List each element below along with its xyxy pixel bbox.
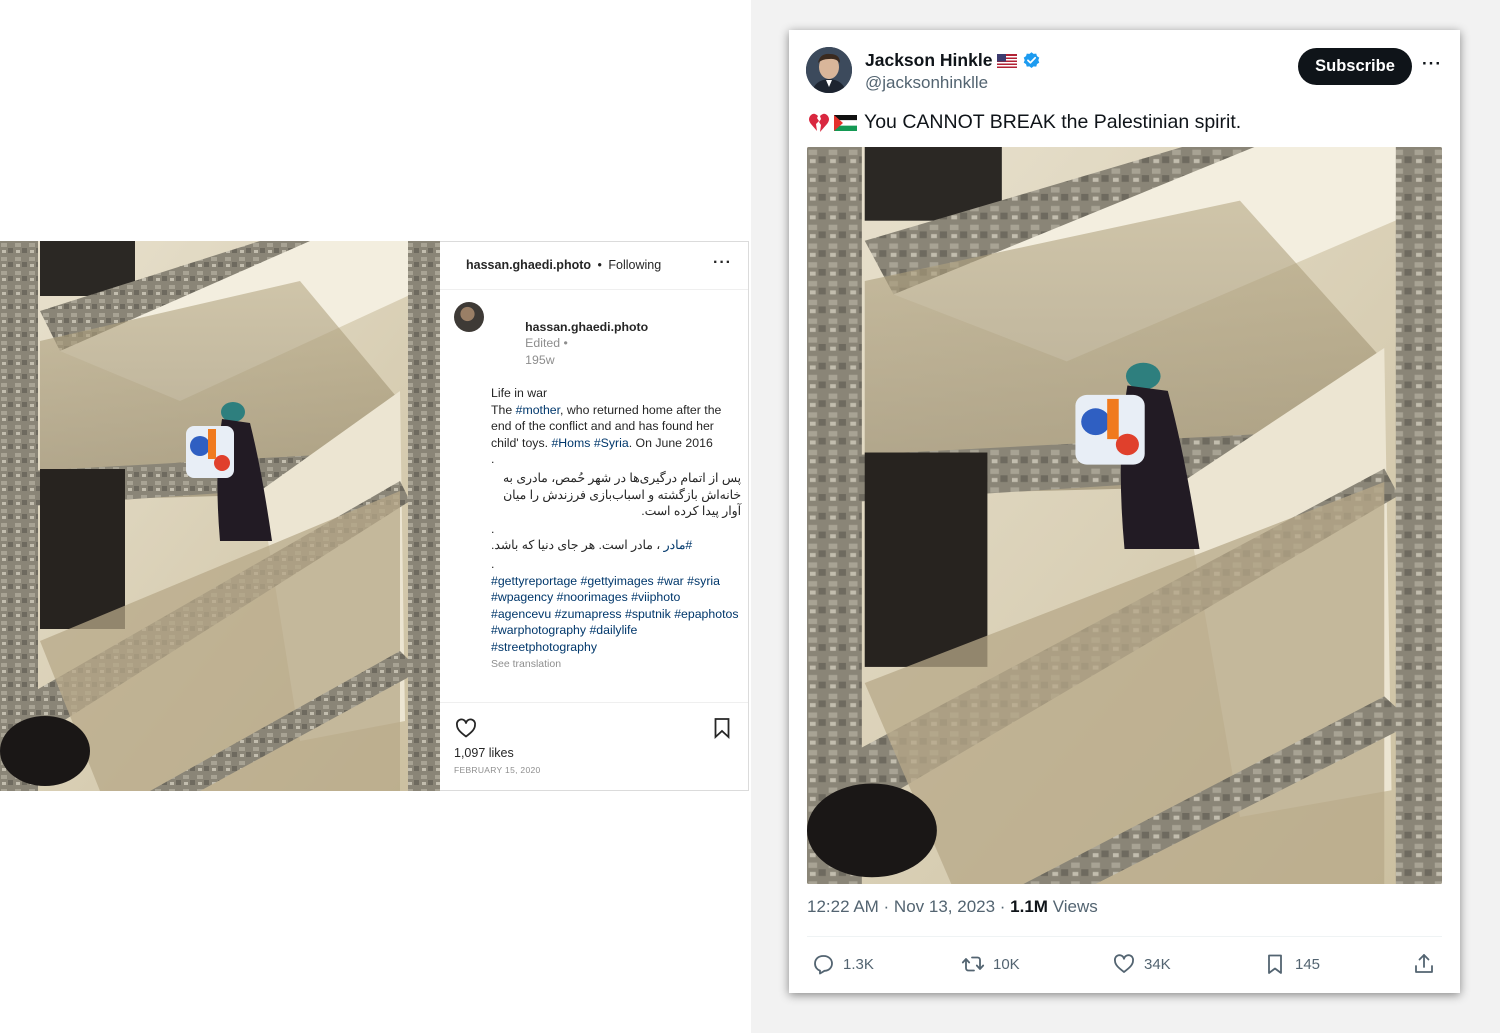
instagram-photo-image: [0, 241, 440, 791]
tweet-photo-image: [807, 147, 1442, 884]
bookmark-button[interactable]: 145: [1263, 952, 1320, 976]
instagram-header-user: hassan.ghaedi.photo • Following: [466, 258, 661, 272]
retweet-button[interactable]: 10K: [961, 952, 1020, 976]
instagram-photo[interactable]: [0, 241, 440, 791]
broken-heart-icon: [809, 113, 829, 132]
avatar[interactable]: [454, 302, 484, 332]
avatar-image: [806, 47, 852, 93]
us-flag-icon: [997, 53, 1018, 68]
caption-persian-tag-line: #مادر ، مادر است. هر جای دنیا که باشد.: [491, 537, 741, 554]
instagram-username-link[interactable]: hassan.ghaedi.photo: [466, 258, 591, 272]
edited-label: Edited •: [525, 336, 568, 351]
caption-username-link[interactable]: hassan.ghaedi.photo: [525, 320, 648, 334]
likes-count[interactable]: 1,097 likes: [454, 746, 514, 760]
instagram-sidebar: hassan.ghaedi.photo • Following ··· hass…: [440, 241, 749, 791]
instagram-post-header: hassan.ghaedi.photo • Following ···: [440, 242, 748, 290]
views-label: Views: [1047, 897, 1098, 916]
caption-dot: .: [491, 556, 495, 571]
share-icon: [1415, 954, 1433, 973]
tweet-timestamp[interactable]: 12:22 AM · Nov 13, 2023 ·: [807, 897, 1010, 916]
hashtag-list[interactable]: #gettyreportage #gettyimages #war #syria…: [491, 573, 741, 656]
author-handle[interactable]: @jacksonhinklle: [865, 73, 988, 93]
author-name-text: Jackson Hinkle: [865, 50, 993, 70]
views-count: 1.1M: [1010, 897, 1048, 916]
reply-icon: [814, 955, 833, 975]
tweet-meta: 12:22 AM · Nov 13, 2023 · 1.1M Views: [807, 897, 1098, 917]
palestine-flag-icon: [834, 114, 857, 131]
hashtag-link[interactable]: #مادر: [664, 538, 693, 552]
see-translation-link[interactable]: See translation: [491, 656, 741, 673]
caption-text-part: ، مادر است. هر جای دنیا که باشد.: [491, 538, 664, 553]
hashtag-link[interactable]: #Homs: [551, 436, 590, 450]
more-icon[interactable]: ···: [713, 254, 732, 272]
retweet-icon: [961, 956, 985, 972]
bookmark-icon[interactable]: [710, 716, 734, 740]
post-date: FEBRUARY 15, 2020: [454, 765, 541, 775]
header-separator: •: [597, 258, 602, 272]
caption-text: hassan.ghaedi.photo Edited • 195w Life i…: [491, 302, 741, 673]
bookmark-count: 145: [1295, 955, 1321, 973]
like-button[interactable]: 34K: [1112, 952, 1171, 976]
author-name[interactable]: Jackson Hinkle: [865, 50, 1041, 71]
instagram-post: hassan.ghaedi.photo • Following ··· hass…: [0, 241, 749, 791]
hashtag-link[interactable]: #Syria: [594, 436, 629, 450]
heart-icon[interactable]: [454, 716, 478, 740]
reply-count: 1.3K: [843, 955, 874, 973]
hashtag-link[interactable]: #mother: [516, 403, 560, 417]
tweet-photo[interactable]: [807, 147, 1442, 884]
like-count: 34K: [1144, 955, 1171, 973]
following-button[interactable]: Following: [608, 258, 661, 272]
share-button[interactable]: [1412, 952, 1436, 976]
verified-icon[interactable]: [1022, 51, 1041, 70]
tweet-card: Jackson Hinkle @jacksonhinklle Subscribe…: [789, 30, 1460, 993]
avatar[interactable]: [806, 47, 852, 93]
caption-dot: .: [491, 521, 495, 536]
retweet-count: 10K: [993, 955, 1020, 973]
tweet-text-line: You CANNOT BREAK the Palestinian spirit.: [808, 111, 1241, 134]
caption-persian: پس از اتمام درگیری‌ها در شهر حُمص، مادری…: [499, 470, 741, 519]
bookmark-icon: [1268, 954, 1282, 974]
more-icon[interactable]: ···: [1422, 54, 1442, 74]
caption-text-part: The: [491, 402, 516, 417]
subscribe-button[interactable]: Subscribe: [1298, 48, 1412, 85]
caption-paragraph: The #mother, who returned home after the…: [491, 402, 741, 452]
post-age[interactable]: 195w: [525, 353, 554, 367]
heart-icon: [1114, 954, 1134, 973]
instagram-actions: 1,097 likes FEBRUARY 15, 2020: [440, 702, 748, 792]
caption-text-part: . On June 2016: [628, 435, 713, 450]
caption-title: Life in war: [491, 385, 548, 400]
divider: [807, 936, 1442, 937]
caption-dot: .: [491, 452, 495, 467]
reply-button[interactable]: 1.3K: [811, 952, 874, 976]
tweet-text: You CANNOT BREAK the Palestinian spirit.: [864, 111, 1242, 133]
